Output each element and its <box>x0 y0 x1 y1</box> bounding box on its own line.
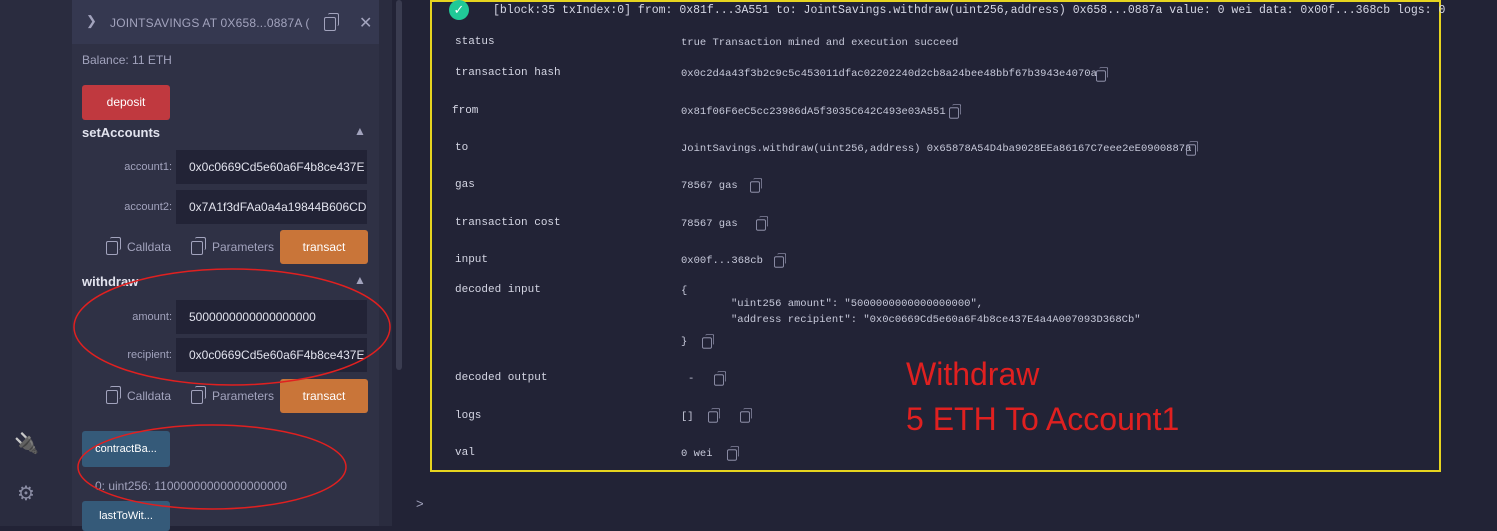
annotation-circle-balance <box>77 424 347 510</box>
annotation-circles <box>73 268 391 510</box>
annotation-circle-withdraw <box>73 268 391 386</box>
